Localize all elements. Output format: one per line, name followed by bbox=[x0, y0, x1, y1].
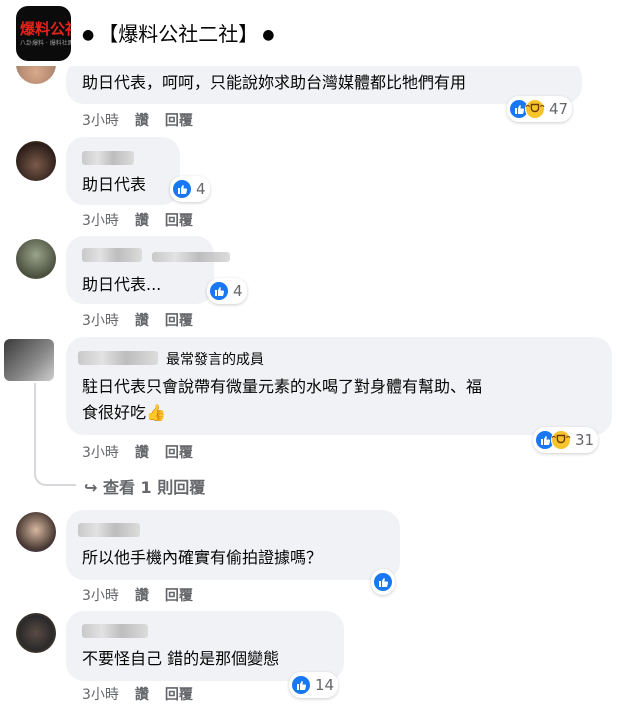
reaction-summary[interactable]: 4 bbox=[170, 176, 210, 202]
comment-meta: 3小時讚回覆 bbox=[82, 310, 209, 330]
view-replies-link[interactable]: ↪ 查看 1 則回覆 bbox=[84, 474, 205, 498]
like-button[interactable]: 讚 bbox=[135, 113, 149, 129]
comment-text: 食很好吃👍 bbox=[82, 402, 166, 424]
thread-line bbox=[34, 460, 76, 486]
like-reaction-icon bbox=[373, 572, 393, 592]
reaction-summary[interactable]: ᵔᗜᵔ 31 bbox=[533, 427, 599, 453]
commenter-name bbox=[152, 252, 230, 262]
commenter-name[interactable] bbox=[82, 151, 134, 165]
like-reaction-icon bbox=[172, 179, 192, 199]
reaction-count: 4 bbox=[233, 282, 243, 300]
comment-text: 所以他手機內確實有偷拍證據嗎？ bbox=[82, 548, 323, 567]
like-button[interactable]: 讚 bbox=[135, 588, 149, 604]
like-button[interactable]: 讚 bbox=[135, 313, 149, 329]
comment-text: 助日代表 bbox=[82, 175, 147, 194]
comment-text: 助日代表，呵呵，只能說妳求助台灣媒體都比牠們有用 bbox=[82, 73, 467, 92]
comment-time[interactable]: 3小時 bbox=[82, 113, 119, 129]
avatar[interactable] bbox=[16, 141, 56, 181]
like-reaction-icon bbox=[291, 675, 311, 695]
commenter-name[interactable] bbox=[78, 523, 140, 537]
commenter-name[interactable] bbox=[78, 351, 158, 365]
view-replies-label: 查看 1 則回覆 bbox=[102, 478, 206, 497]
like-button[interactable]: 讚 bbox=[135, 445, 149, 461]
reply-button[interactable]: 回覆 bbox=[165, 213, 193, 229]
commenter-name[interactable] bbox=[82, 624, 148, 638]
like-button[interactable]: 讚 bbox=[135, 213, 149, 229]
group-name: 【爆料公社二社】 bbox=[98, 22, 259, 46]
comment-meta: 3小時讚回覆 bbox=[82, 110, 209, 130]
avatar[interactable] bbox=[16, 239, 56, 279]
reaction-count: 47 bbox=[549, 100, 569, 118]
like-reaction-icon bbox=[209, 281, 229, 301]
comment-time[interactable]: 3小時 bbox=[82, 213, 119, 229]
haha-reaction-icon: ᵔᗜᵔ bbox=[551, 430, 571, 450]
comment-meta: 3小時讚回覆 bbox=[82, 442, 209, 462]
comment-time[interactable]: 3小時 bbox=[82, 313, 119, 329]
comment-meta: 3小時讚回覆 bbox=[82, 684, 209, 704]
reaction-summary[interactable]: 4 bbox=[207, 278, 247, 304]
reaction-summary[interactable]: ᵔᗜᵔ 47 bbox=[507, 96, 573, 122]
reply-button[interactable]: 回覆 bbox=[165, 313, 193, 329]
reply-button[interactable]: 回覆 bbox=[165, 588, 193, 604]
logo-subtext: 八卦爆料 · 爆料社團 bbox=[20, 40, 71, 47]
reaction-summary[interactable] bbox=[371, 569, 395, 595]
reaction-count: 31 bbox=[575, 431, 595, 449]
commenter-name[interactable] bbox=[82, 248, 142, 262]
group-header: 爆料公社 八卦爆料 · 爆料社團 ●【爆料公社二社】● bbox=[0, 0, 617, 66]
bullet-icon: ● bbox=[82, 27, 95, 43]
reaction-count: 14 bbox=[315, 676, 335, 694]
thumbs-up-emoji: 👍 bbox=[146, 403, 166, 422]
comment-bubble bbox=[66, 510, 400, 580]
logo-text: 爆料公社 bbox=[20, 20, 71, 38]
reply-button[interactable]: 回覆 bbox=[165, 687, 193, 703]
avatar[interactable] bbox=[16, 512, 56, 552]
avatar[interactable] bbox=[4, 339, 54, 381]
reaction-summary[interactable]: 14 bbox=[289, 672, 339, 698]
reaction-count: 4 bbox=[196, 180, 206, 198]
comment-meta: 3小時讚回覆 bbox=[82, 585, 209, 605]
top-fan-badge[interactable]: 最常發言的成員 bbox=[166, 349, 264, 369]
comment-text: 駐日代表只會說帶有微量元素的水喝了對身體有幫助、福 bbox=[82, 377, 483, 396]
comment-text: 不要怪自己 錯的是那個變態 bbox=[82, 649, 280, 668]
bullet-icon: ● bbox=[262, 27, 275, 43]
reply-button[interactable]: 回覆 bbox=[165, 445, 193, 461]
like-button[interactable]: 讚 bbox=[135, 687, 149, 703]
comment-meta: 3小時讚回覆 bbox=[82, 210, 209, 230]
comment-time[interactable]: 3小時 bbox=[82, 687, 119, 703]
avatar[interactable] bbox=[16, 613, 56, 653]
haha-reaction-icon: ᵔᗜᵔ bbox=[525, 99, 545, 119]
comment-text-line: 食很好吃 bbox=[82, 403, 147, 422]
comment-time[interactable]: 3小時 bbox=[82, 588, 119, 604]
comment-bubble bbox=[66, 611, 344, 681]
group-logo[interactable]: 爆料公社 八卦爆料 · 爆料社團 bbox=[16, 6, 71, 61]
comment-text: 助日代表... bbox=[82, 275, 162, 294]
reply-arrow-icon: ↪ bbox=[84, 478, 103, 497]
comment-time[interactable]: 3小時 bbox=[82, 445, 119, 461]
reply-button[interactable]: 回覆 bbox=[165, 113, 193, 129]
group-title[interactable]: ● 【爆料公社二社】 ● bbox=[78, 18, 278, 47]
